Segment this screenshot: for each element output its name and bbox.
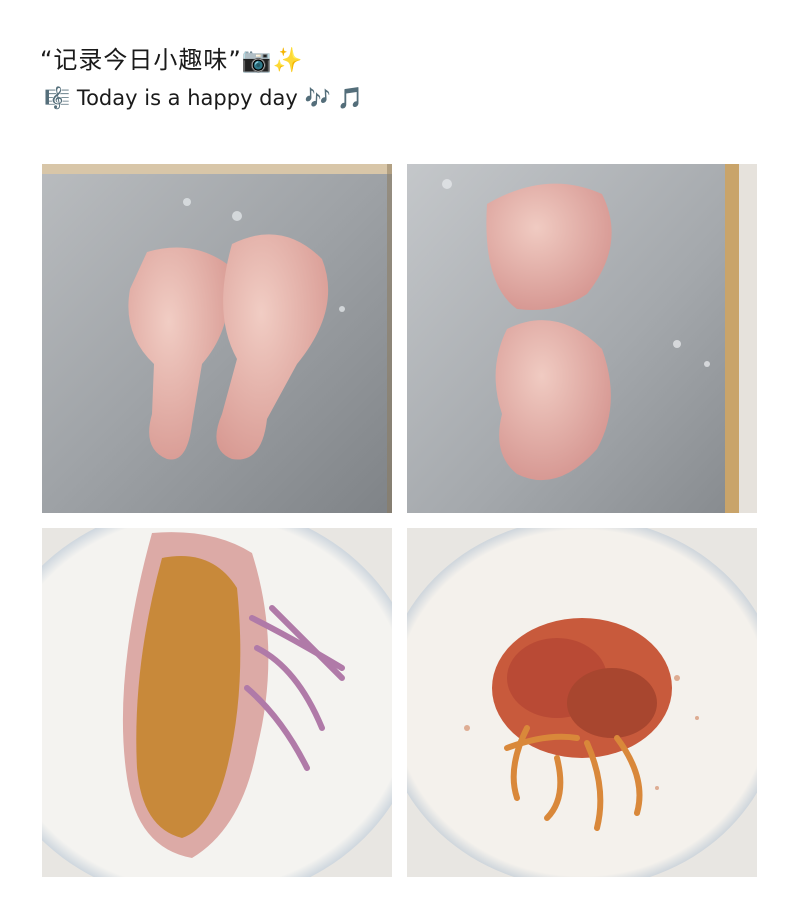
photo-grid	[42, 164, 757, 877]
post-subtitle: 🎼 Today is a happy day 🎶 🎵	[44, 86, 364, 110]
marinated-chicken-icon	[407, 528, 757, 877]
photo-deboned-chicken[interactable]	[407, 164, 757, 513]
post-title: “记录今日小趣味”📷✨	[40, 46, 304, 74]
photo-marinated-chicken[interactable]	[407, 528, 757, 877]
raw-chicken-drumsticks-icon	[42, 164, 392, 513]
deboned-chicken-icon	[407, 164, 757, 513]
photo-raw-drumsticks[interactable]	[42, 164, 392, 513]
photo-seasoned-chicken[interactable]	[42, 528, 392, 877]
chicken-with-spices-icon	[42, 528, 392, 877]
